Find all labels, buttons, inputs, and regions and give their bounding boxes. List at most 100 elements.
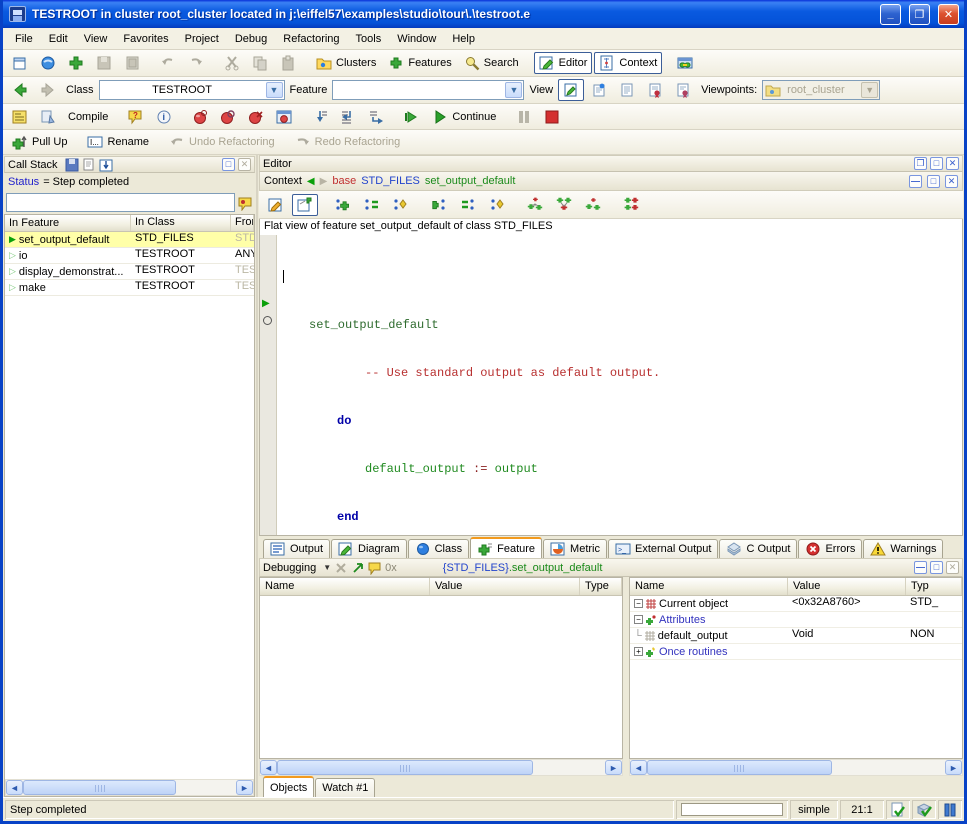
disable-breakpoints-button[interactable] [215,106,241,128]
flat-view-button[interactable] [614,79,640,101]
implementers-button[interactable] [618,194,644,216]
object-tree-row[interactable]: − Attributes [630,612,962,628]
tab-class[interactable]: Class [408,539,470,558]
collapse-icon[interactable]: − [634,599,643,608]
col-in-feature[interactable]: In Feature [5,215,131,231]
menu-tools[interactable]: Tools [348,30,390,48]
tab-external-output[interactable]: >_External Output [608,539,718,558]
class-combo[interactable]: TESTROOT ▼ [99,80,285,100]
objects-col-type[interactable]: Typ [906,578,962,595]
pull-up-button[interactable]: Pull Up [7,131,72,153]
debug-info-button[interactable]: i [151,106,177,128]
debug-context-feature[interactable]: .set_output_default [509,562,603,574]
menu-refactoring[interactable]: Refactoring [275,30,347,48]
menu-edit[interactable]: Edit [41,30,76,48]
add-button[interactable] [63,52,89,74]
callers-button[interactable] [330,194,356,216]
edit-feature-button[interactable] [263,194,289,216]
tab-metric[interactable]: Metric [543,539,607,558]
code-area[interactable]: ▶ set_output_default -- Use standard out… [259,235,963,536]
raise-watch-icon[interactable] [351,561,365,575]
object-tree-row[interactable]: − Current object <0x32A8760> STD_ [630,596,962,612]
melt-button[interactable] [7,106,33,128]
object-tree-row[interactable]: + Once routines [630,644,962,660]
history-back-button[interactable] [7,79,33,101]
objects-col-name[interactable]: Name [630,578,788,595]
run-ignore-breakpoints-button[interactable] [399,106,425,128]
scroll-right-icon[interactable]: ► [236,780,253,795]
debugging-minimize-icon[interactable]: — [914,561,927,574]
context-maximize-icon[interactable]: □ [927,175,940,188]
tab-errors[interactable]: Errors [798,539,862,558]
debugging-title-bar[interactable]: Debugging ▼ 0x {STD_FILES}.set_output_de… [259,558,963,577]
creators-button[interactable] [388,194,414,216]
watch-hscrollbar[interactable]: ◄ ► [259,759,623,776]
clusters-button[interactable]: Clusters [311,52,381,74]
editor-title-bar[interactable]: Editor ❐ □ ✕ [259,155,963,172]
close-button[interactable]: ✕ [938,4,959,25]
homonyms-button[interactable] [580,194,606,216]
editor-toggle-button[interactable]: Editor [534,52,593,74]
assigners-button[interactable] [359,194,385,216]
exception-bubble-icon[interactable] [237,195,253,211]
rename-button[interactable]: I... Rename [82,131,154,153]
scroll-left-icon[interactable]: ◄ [260,760,277,775]
col-in-class[interactable]: In Class [131,215,231,231]
menu-favorites[interactable]: Favorites [115,30,176,48]
import-call-stack-icon[interactable] [99,158,113,172]
save-call-stack-icon[interactable] [65,158,79,172]
open-button[interactable] [35,52,61,74]
code-text[interactable]: set_output_default -- Use standard outpu… [277,235,962,535]
menu-view[interactable]: View [76,30,116,48]
feature-combo-dropdown-icon[interactable]: ▼ [505,82,522,98]
descendants-button[interactable] [551,194,577,216]
debugging-dropdown-icon[interactable]: ▼ [323,563,331,572]
menu-file[interactable]: File [7,30,41,48]
new-window-button[interactable] [7,52,33,74]
callees-button[interactable] [426,194,452,216]
call-stack-title-bar[interactable]: Call Stack □ ✕ [4,156,255,173]
watch-col-value[interactable]: Value [430,578,580,595]
hex-format-toggle[interactable]: 0x [385,562,397,574]
step-out-button[interactable] [363,106,389,128]
object-tree-row[interactable]: └ default_output Void NON [630,628,962,644]
tab-feature[interactable]: Feature [470,537,542,558]
maximize-button[interactable]: ❐ [909,4,930,25]
debugging-maximize-icon[interactable]: □ [930,561,943,574]
menu-help[interactable]: Help [444,30,483,48]
tab-diagram[interactable]: Diagram [331,539,407,558]
assignees-button[interactable] [455,194,481,216]
debug-context-class[interactable]: {STD_FILES} [443,562,509,574]
basic-view-button[interactable] [558,79,584,101]
ancestors-button[interactable] [522,194,548,216]
call-stack-header-row[interactable]: In Feature In Class From [5,215,254,232]
breakpoint-slot-icon[interactable] [263,316,272,325]
minimize-button[interactable]: _ [880,4,901,25]
features-button[interactable]: Features [383,52,456,74]
tab-c-output[interactable]: C Output [719,539,797,558]
watch-col-type[interactable]: Type [580,578,622,595]
freeze-button[interactable] [35,106,61,128]
step-over-button[interactable] [307,106,333,128]
expand-icon[interactable]: + [634,647,643,656]
call-stack-row[interactable]: ▷io TESTROOT ANY [5,248,254,264]
feature-combo[interactable]: ▼ [332,80,524,100]
copy-call-stack-icon[interactable] [82,158,96,172]
search-button[interactable]: Search [459,52,524,74]
objects-col-value[interactable]: Value [788,578,906,595]
objects-hscrollbar[interactable]: ◄ ► [629,759,963,776]
breadcrumb-class[interactable]: STD_FILES [361,175,420,187]
debug-help-button[interactable]: ? [123,106,149,128]
objects-header-row[interactable]: Name Value Typ [630,578,962,596]
contract-view-button[interactable] [642,79,668,101]
scroll-left-icon[interactable]: ◄ [630,760,647,775]
call-stack-filter-input[interactable] [6,193,235,212]
tab-watch-1[interactable]: Watch #1 [315,778,375,797]
menu-debug[interactable]: Debug [227,30,275,48]
context-minimize-icon[interactable]: — [909,175,922,188]
context-back-icon[interactable]: ◀ [307,176,315,187]
scroll-left-icon[interactable]: ◄ [6,780,23,795]
show-breakpoints-button[interactable] [271,106,297,128]
stop-button[interactable] [539,106,565,128]
context-toggle-button[interactable]: Context [594,52,662,74]
